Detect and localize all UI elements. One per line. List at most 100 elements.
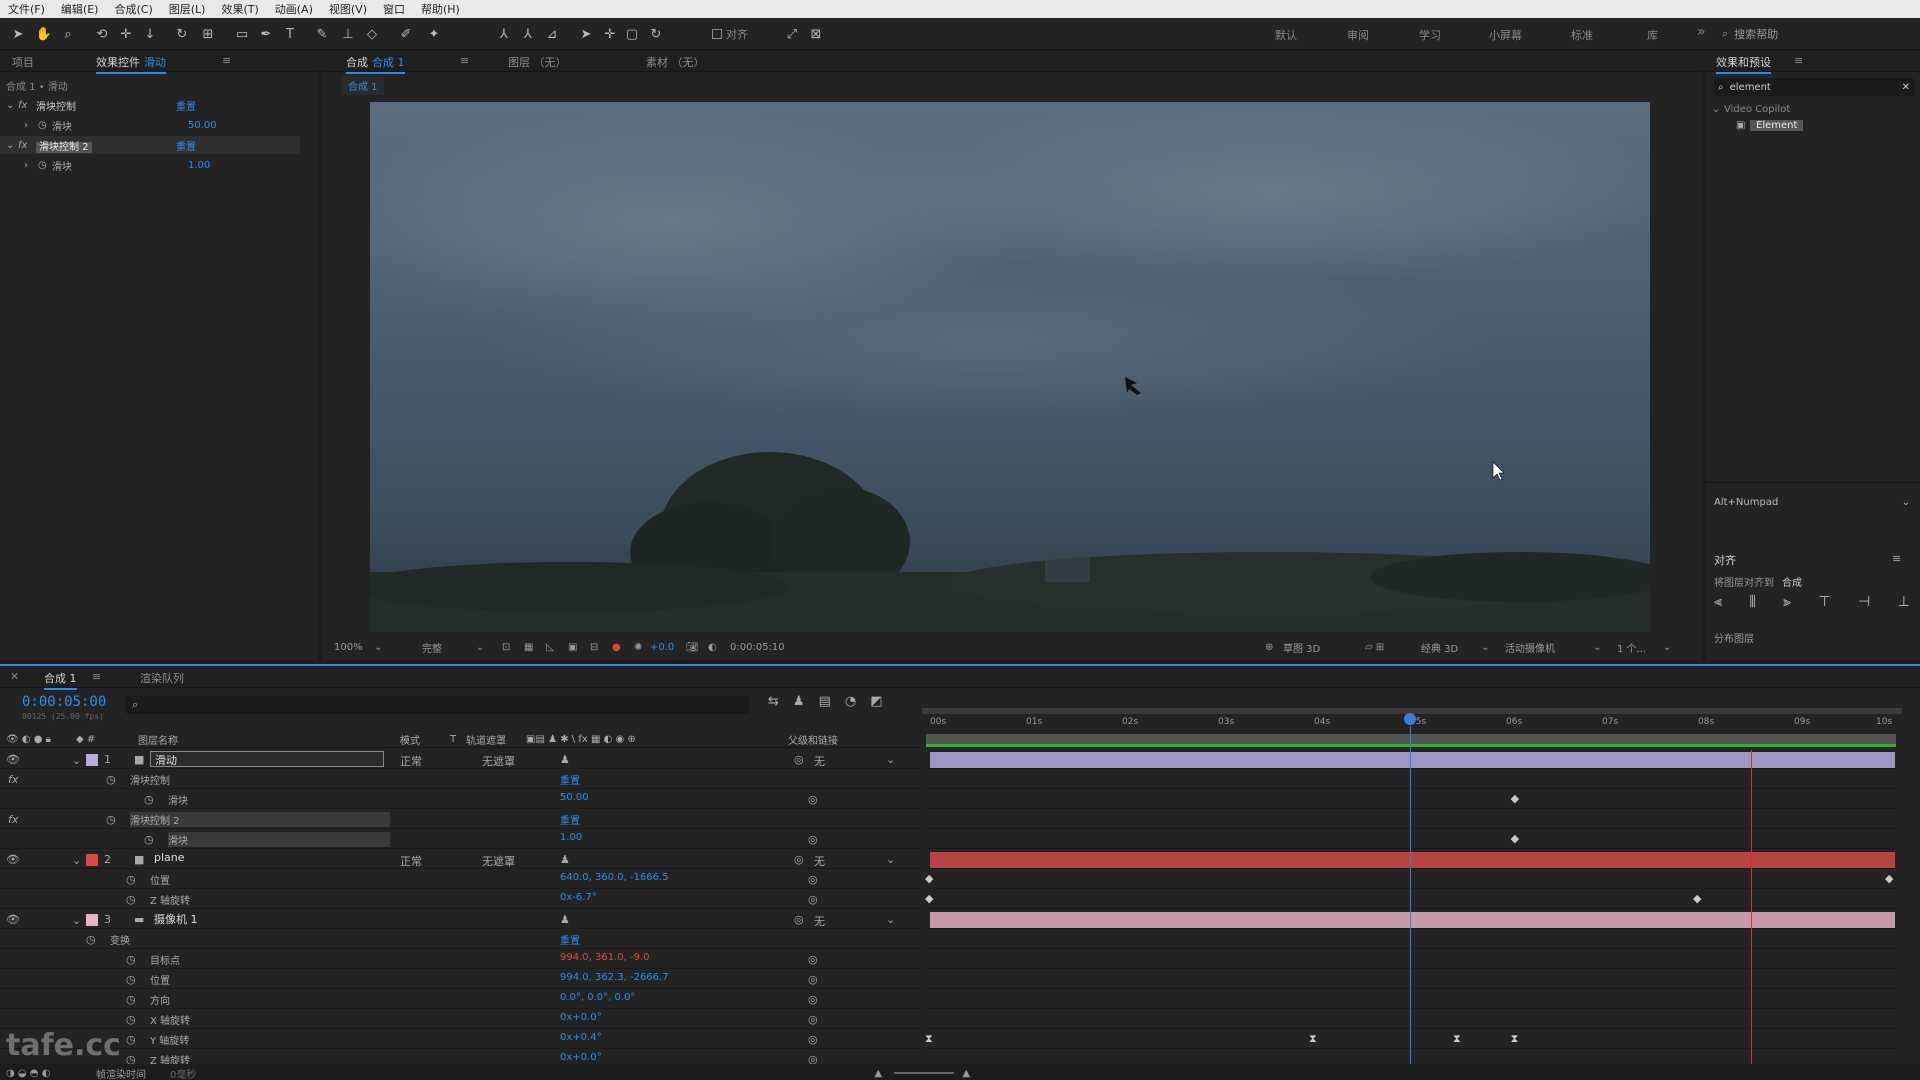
panel-menu-icon[interactable]: ≡ [92,670,101,683]
effect-row-1[interactable]: ⌄ fx 滑块控制 重置 [0,96,300,114]
layer-mode-select[interactable]: 正常 [400,853,422,869]
property-value[interactable]: 0x+0.0° [560,1052,602,1063]
work-area-end-line[interactable] [1750,750,1752,1072]
help-search[interactable]: ⌕ 搜索帮助 [1722,24,1912,44]
expression-icon[interactable]: ◎ [808,833,818,846]
menu-item[interactable]: 图层(L) [161,1,214,17]
tab-effect-controls[interactable]: 效果控件 滑动 [96,54,166,74]
workspace-small-screen[interactable]: 小屏幕 [1489,27,1522,43]
chevron-down-icon[interactable]: ⌄ [72,854,81,867]
stopwatch-icon[interactable]: ◷ [144,793,154,806]
tab-render-queue[interactable]: 渲染队列 [140,670,184,686]
stopwatch-icon[interactable]: ◷ [86,933,96,946]
layer-parent-select[interactable]: 无 [814,753,825,769]
align-top-icon[interactable]: ⊤ [1819,594,1831,610]
pickwhip-icon[interactable]: ◎ [794,853,804,866]
property-row[interactable]: ◷ 滑块 1.00 ◎ [0,830,920,849]
close-icon[interactable]: ✕ [10,670,19,683]
stopwatch-icon[interactable]: ◷ [106,813,116,826]
chevron-down-icon[interactable]: ⌄ [886,853,895,866]
stopwatch-icon[interactable]: ◷ [38,120,52,131]
effects-item[interactable]: ▣ Element [1736,116,1804,134]
property-row[interactable]: fx ◷ 滑块控制 重置 [0,770,920,789]
header-layer-name[interactable]: 图层名称 [138,732,400,747]
keyframe-icon[interactable]: ◆ [925,872,933,885]
stopwatch-icon[interactable]: ◷ [126,1013,136,1026]
zoom-select[interactable]: 100% [334,642,374,653]
property-value[interactable]: 0.0°, 0.0°, 0.0° [560,992,635,1003]
orbit-tool-icon[interactable]: ⟲ [92,24,112,44]
gizmo-position-icon[interactable]: ✛ [600,24,620,44]
keyframe-icon[interactable]: ⧗ [1453,1032,1461,1046]
footer-toggle-icons[interactable]: ◑ ◒ ◓ ◐ [6,1068,96,1079]
more-workspaces-icon[interactable]: » [1697,24,1706,40]
playhead-line[interactable] [1410,726,1411,1072]
menu-item[interactable]: 文件(F) [0,1,53,17]
zoom-out-icon[interactable]: ▲ [874,1068,894,1079]
ground-plane-icon[interactable]: ▱ ⊞ [1365,642,1421,653]
property-value[interactable]: 重置 [560,772,580,787]
expression-icon[interactable]: ◎ [808,793,818,806]
panel-menu-icon[interactable]: ≡ [460,54,469,67]
collapse-switch-icon[interactable]: ♟ [560,913,570,926]
region-icon[interactable]: ⊡ [502,642,524,653]
text-tool-icon[interactable]: T [280,24,300,44]
align-bottom-icon[interactable]: ⊥ [1898,594,1910,610]
align-left-icon[interactable]: ⫷ [1714,594,1722,610]
stopwatch-icon[interactable]: ◷ [126,873,136,886]
layer-name[interactable]: plane [150,851,384,867]
fx-icon[interactable]: fx [18,100,36,111]
menu-item[interactable]: 动画(A) [267,1,321,17]
chevron-down-icon[interactable]: ⌄ [1712,104,1724,115]
exposure-value[interactable]: +0.0 [650,642,686,653]
workspace-standard[interactable]: 标准 [1571,27,1593,43]
resolution-select[interactable]: 完整 [422,640,476,655]
rectangle-tool-icon[interactable]: ▭ [232,24,252,44]
axis-world-icon[interactable]: ⅄ [518,24,538,44]
menu-item[interactable]: 帮助(H) [413,1,468,17]
hand-tool-icon[interactable]: ✋ [34,24,54,44]
property-value[interactable]: 0x+0.4° [560,1032,602,1043]
property-value[interactable]: 1.00 [560,832,582,843]
keyframe-icon[interactable]: ⧗ [1511,1032,1519,1046]
chevron-down-icon[interactable]: ⌄ [1593,642,1617,653]
menu-item[interactable]: 窗口 [375,1,413,17]
effect-prop-row[interactable]: › ◷ 滑块 1.00 [0,156,300,174]
layer-parent-select[interactable]: 无 [814,913,825,929]
composition-viewer[interactable] [370,102,1650,632]
chevron-down-icon[interactable]: ⌄ [6,100,18,111]
preview-icon[interactable]: ⊟ [590,642,612,653]
stopwatch-icon[interactable]: ◷ [126,1033,136,1046]
label-color[interactable] [86,914,98,926]
rotate-tool-icon[interactable]: ↻ [172,24,192,44]
fx-icon[interactable]: fx [8,773,18,786]
expression-icon[interactable]: ◎ [808,873,818,886]
frame-blending-icon[interactable]: ▤ [819,694,831,709]
pen-tool-icon[interactable]: ✒ [256,24,276,44]
tab-layer[interactable]: 图层 （无） [508,54,567,70]
stopwatch-icon[interactable]: ◷ [126,993,136,1006]
align-hcenter-icon[interactable]: ⫼ [1749,594,1755,610]
exposure-icon[interactable]: ✺ [634,642,650,653]
playhead-handle[interactable] [1404,713,1416,725]
stopwatch-icon[interactable]: ◷ [106,773,116,786]
chevron-right-icon[interactable]: › [24,120,38,131]
gizmo-rotate-icon[interactable]: ↻ [646,24,666,44]
stopwatch-icon[interactable]: ◷ [38,160,52,171]
zoom-slider[interactable] [894,1072,955,1074]
layer-row[interactable]: 👁︎ ⌄ 2 ■ plane 正常 无遮罩 ♟ ◎ 无 ⌄ [0,850,920,869]
workspace-default[interactable]: 默认 [1275,27,1297,43]
renderer-select[interactable]: 经典 3D [1421,640,1481,655]
align-to-select[interactable]: 合成 [1782,574,1802,589]
layer-search-input[interactable]: ⌕ [126,696,750,714]
axis-local-icon[interactable]: ⅄ [494,24,514,44]
property-value[interactable]: 50.00 [560,792,589,803]
property-row[interactable]: ◷ X 轴旋转 0x+0.0° ◎ [0,1010,920,1029]
prop-value[interactable]: 1.00 [188,160,210,171]
pan-tool-icon[interactable]: ✛ [116,24,136,44]
panel-menu-icon[interactable]: ≡ [222,54,231,67]
shape-options-icon[interactable]: ⊠ [806,24,826,44]
label-color[interactable] [86,754,98,766]
shortcut-select[interactable]: Alt+Numpad ⌄ [1714,493,1910,511]
tab-project[interactable]: 项目 [12,54,34,70]
